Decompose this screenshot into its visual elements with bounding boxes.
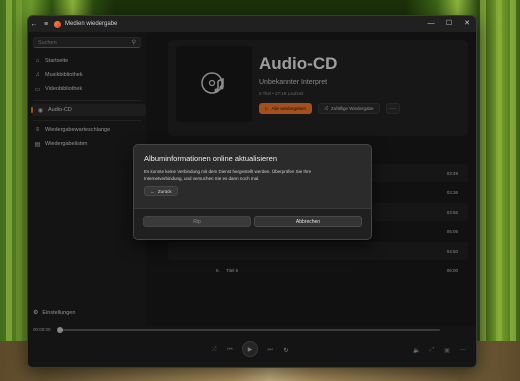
cancel-button[interactable]: Abbrechen bbox=[254, 216, 362, 227]
dialog-title: Albuminformationen online aktualisieren bbox=[144, 154, 277, 163]
dialog-footer: Rip Abbrechen bbox=[134, 208, 371, 239]
minimize-button[interactable]: — bbox=[422, 16, 440, 32]
app-logo-icon bbox=[54, 20, 61, 28]
maximize-button[interactable]: ☐ bbox=[440, 16, 458, 32]
hamburger-menu-icon[interactable]: ≡ bbox=[40, 21, 52, 28]
close-button[interactable]: ✕ bbox=[458, 16, 476, 32]
bamboo-stalk bbox=[6, 0, 12, 381]
back-label: Zurück bbox=[157, 188, 172, 194]
window-title: Medien wiedergabe bbox=[65, 21, 118, 27]
update-album-info-dialog: Albuminformationen online aktualisieren … bbox=[133, 144, 372, 240]
back-arrow-icon: ← bbox=[150, 188, 155, 194]
window-controls: — ☐ ✕ bbox=[422, 16, 476, 32]
back-arrow-icon[interactable]: ← bbox=[28, 21, 40, 28]
bamboo-stalk bbox=[16, 0, 22, 381]
rip-button[interactable]: Rip bbox=[143, 216, 251, 227]
media-player-window: ← ≡ Medien wiedergabe — ☐ ✕ Suchen ⚲ ⌂ S… bbox=[27, 15, 477, 368]
title-bar: ← ≡ Medien wiedergabe — ☐ ✕ bbox=[28, 16, 476, 32]
bamboo-stalk bbox=[496, 0, 502, 381]
dialog-message: Es konnte keine Verbindung mit dem Diens… bbox=[144, 169, 312, 181]
bamboo-stalk bbox=[510, 0, 516, 381]
bamboo-stalk bbox=[480, 0, 486, 381]
back-button[interactable]: ← Zurück bbox=[144, 186, 178, 196]
